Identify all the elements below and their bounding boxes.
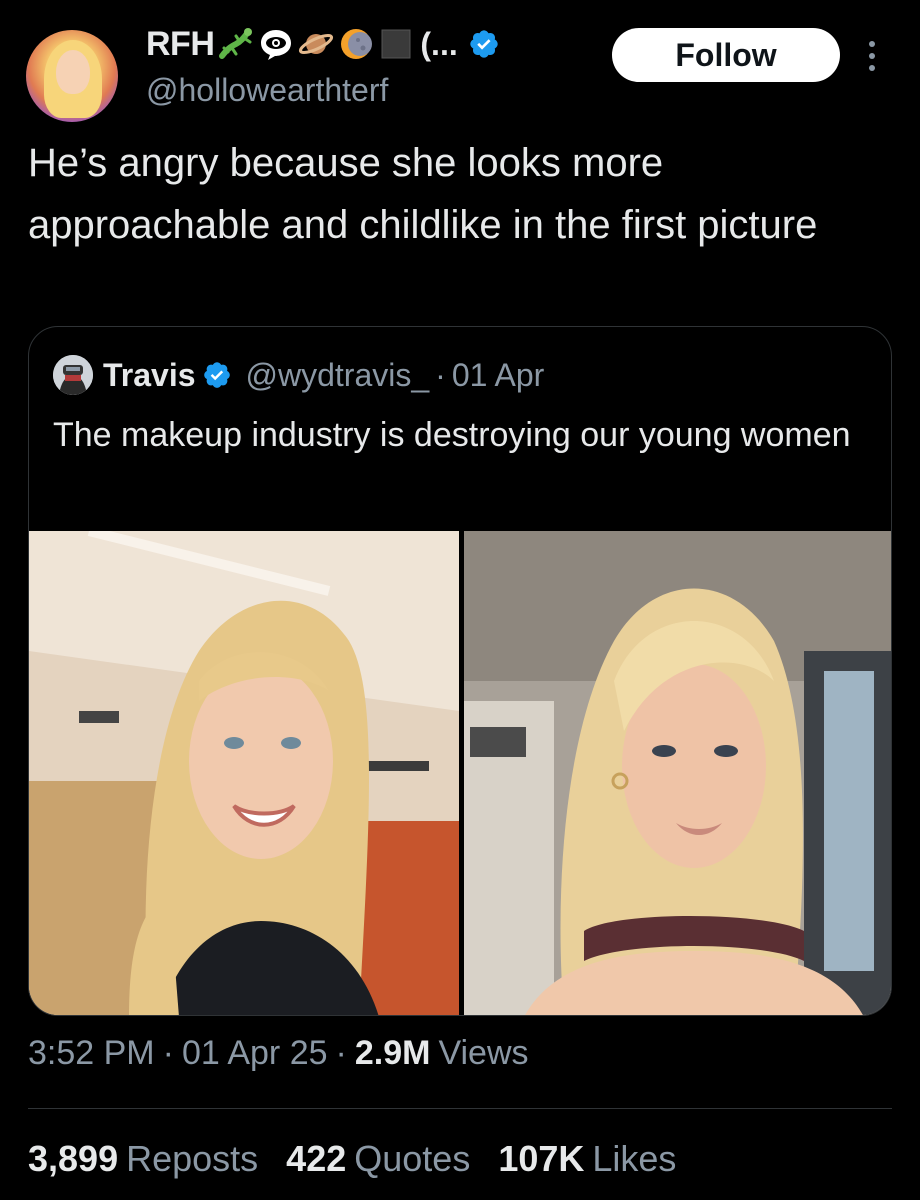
- author-handle[interactable]: @hollowearthterf: [146, 72, 388, 109]
- quoted-author-avatar[interactable]: [53, 355, 93, 395]
- quoted-media-grid: [29, 531, 891, 1015]
- separator-dot: ·: [162, 1034, 174, 1072]
- quoted-tweet-text: The makeup industry is destroying our yo…: [53, 416, 851, 454]
- tweet-time[interactable]: 3:52 PM: [28, 1034, 155, 1073]
- verified-badge-icon: [470, 30, 498, 58]
- divider: [28, 1108, 892, 1109]
- tweet-text: He’s angry because she looks more approa…: [28, 141, 818, 247]
- quotes-count: 422: [286, 1138, 347, 1179]
- verified-badge-icon: [203, 362, 230, 388]
- follow-button[interactable]: Follow: [612, 28, 840, 82]
- eye-in-speech-bubble-emoji: [258, 26, 294, 62]
- views-count: 2.9M: [354, 1034, 431, 1072]
- quotes-stat[interactable]: 422 Quotes: [286, 1138, 470, 1180]
- tweet-date[interactable]: 01 Apr 25: [182, 1034, 328, 1073]
- engagement-stats: 3,899 Reposts 422 Quotes 107K Likes: [28, 1138, 676, 1180]
- author-avatar[interactable]: [26, 30, 118, 122]
- reposts-stat[interactable]: 3,899 Reposts: [28, 1138, 258, 1180]
- moon-emoji: [338, 26, 374, 62]
- tweet-meta: 3:52 PM · 01 Apr 25 · 2.9M Views: [28, 1034, 529, 1073]
- separator-dot: ·: [335, 1034, 347, 1072]
- ringed-planet-emoji: [298, 26, 334, 62]
- quotes-label: Quotes: [354, 1138, 471, 1179]
- photo-left[interactable]: [29, 531, 459, 1015]
- photo-right[interactable]: [464, 531, 891, 1015]
- black-square-emoji: [378, 26, 414, 62]
- quoted-tweet-header: Travis @wydtravis_ · 01 Apr: [53, 355, 544, 395]
- quoted-tweet-card[interactable]: Travis @wydtravis_ · 01 Apr The makeup i…: [28, 326, 892, 1016]
- likes-count: 107K: [498, 1138, 585, 1179]
- likes-label: Likes: [592, 1138, 677, 1179]
- avatar-face: [56, 50, 90, 94]
- quoted-author-handle[interactable]: @wydtravis_: [246, 357, 430, 394]
- author-display-name[interactable]: RFH: [146, 25, 215, 64]
- quoted-author-name[interactable]: Travis: [103, 357, 196, 394]
- lizard-emoji: [218, 26, 254, 62]
- quoted-date: 01 Apr: [451, 356, 545, 393]
- likes-stat[interactable]: 107K Likes: [498, 1138, 676, 1180]
- more-options-icon[interactable]: [862, 36, 882, 76]
- author-name-truncated: (...: [420, 25, 458, 62]
- author-name-row[interactable]: RFH (...: [146, 22, 500, 66]
- reposts-label: Reposts: [126, 1138, 259, 1179]
- separator-dot: ·: [435, 356, 446, 393]
- views-label: Views: [438, 1034, 529, 1072]
- reposts-count: 3,899: [28, 1138, 119, 1179]
